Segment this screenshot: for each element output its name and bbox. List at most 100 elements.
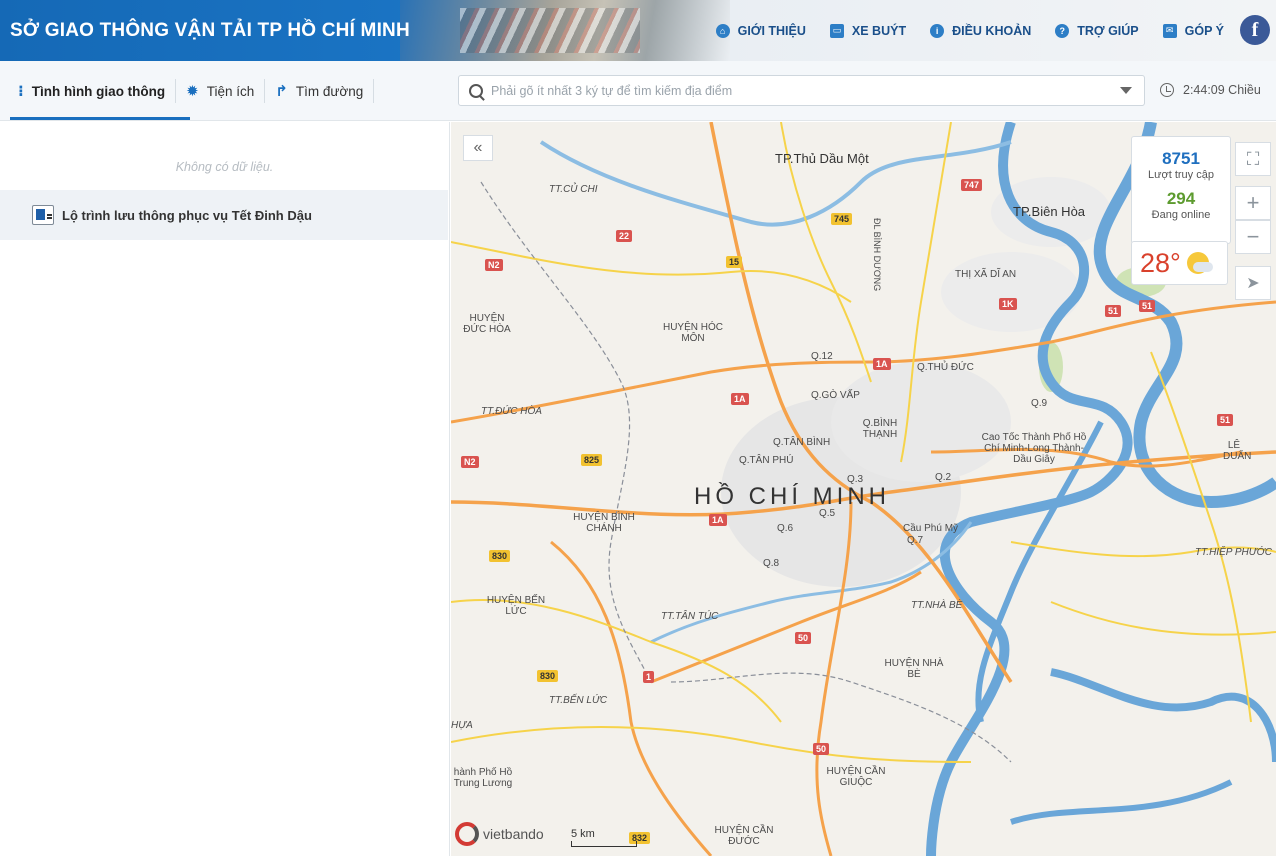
partly-cloudy-icon <box>1186 252 1213 274</box>
scale-bar <box>571 841 637 847</box>
road-shield: 1A <box>731 393 749 405</box>
locate-button[interactable]: ➤ <box>1235 266 1271 300</box>
place-label: TP.Thủ Dầu Một <box>775 151 869 166</box>
place-label: Cao Tốc Thành Phố Hồ Chí Minh-Long Thành… <box>981 432 1087 465</box>
map-scale: 5 km <box>571 828 637 847</box>
place-label: Cầu Phú Mỹ <box>903 523 959 534</box>
road-label: ĐL BÌNH DƯƠNG <box>872 218 882 292</box>
zoom-out-button[interactable]: − <box>1235 220 1271 254</box>
dropdown-caret-icon[interactable] <box>1120 87 1132 94</box>
header: SỞ GIAO THÔNG VẬN TẢI TP HỒ CHÍ MINH ⌂ GI… <box>0 0 1276 61</box>
visit-count-label: Lượt truy cập <box>1148 169 1214 181</box>
place-label: Q.8 <box>763 558 780 569</box>
place-label: HUYỆN CẦN GIUỘC <box>826 766 886 788</box>
tab-tinh-hinh-giao-thong[interactable]: ⁝ Tình hình giao thông <box>10 79 177 103</box>
place-label: HỰA <box>451 720 473 731</box>
traffic-light-icon: ⁝ <box>18 83 24 100</box>
place-label: HUYỆN NHÀ BÈ <box>884 658 944 680</box>
collapse-sidebar-button[interactable]: « <box>463 135 493 161</box>
route-document-icon <box>32 205 54 225</box>
site-title[interactable]: SỞ GIAO THÔNG VẬN TẢI TP HỒ CHÍ MINH <box>10 20 410 42</box>
nav-xe-buyt[interactable]: ▭ XE BUÝT <box>829 23 906 38</box>
road-shield: N2 <box>485 259 503 271</box>
visitor-stats: 8751 Lượt truy cập 294 Đang online <box>1131 136 1231 244</box>
road-shield: 747 <box>961 179 983 191</box>
nav-gop-y[interactable]: ✉ GÓP Ý <box>1162 23 1224 38</box>
search-box[interactable] <box>458 75 1145 106</box>
city-label: HỒ CHÍ MINH <box>694 483 890 510</box>
place-label: Q.2 <box>935 472 952 483</box>
weather-widget: 28° <box>1131 241 1228 285</box>
place-label: HUYỆN CẦN ĐƯỚC <box>714 825 774 847</box>
zoom-in-button[interactable]: + <box>1235 186 1271 220</box>
info-icon: i <box>930 23 945 38</box>
place-label: Q.9 <box>1031 398 1048 409</box>
road-shield: 830 <box>489 550 511 562</box>
place-label: TT.ĐỨC HÒA <box>481 406 542 417</box>
visit-count: 8751 <box>1162 149 1200 168</box>
place-label: HUYỆN BÌNH CHÁNH <box>573 512 635 534</box>
nav-gioi-thieu[interactable]: ⌂ GIỚI THIỆU <box>715 23 806 38</box>
road-shield: 1 <box>643 671 655 683</box>
road-shield: 51 <box>1217 414 1234 426</box>
clock-icon <box>1160 83 1174 97</box>
place-label: hành Phố Hồ Trung Lương <box>453 767 513 789</box>
mail-icon: ✉ <box>1162 23 1177 38</box>
road-shield: 1A <box>873 358 891 370</box>
fullscreen-button[interactable]: ⛶ <box>1235 142 1271 176</box>
place-label: HUYỆN ĐỨC HÒA <box>463 313 511 335</box>
place-label: Q.12 <box>811 351 833 362</box>
empty-state-text: Không có dữ liệu. <box>175 160 274 174</box>
facebook-icon[interactable]: f <box>1240 15 1270 45</box>
nav-tro-giup[interactable]: ? TRỢ GIÚP <box>1055 23 1139 38</box>
place-label: Q.6 <box>777 523 794 534</box>
toolbar: ⁝ Tình hình giao thông ✹ Tiện ích ↱ Tìm đườ… <box>0 61 1276 121</box>
road-shield: 50 <box>795 632 812 644</box>
place-label: TT.TÂN TÚC <box>661 611 719 622</box>
place-label: Q.GÒ VẤP <box>811 390 860 401</box>
road-shield: 1A <box>709 514 727 526</box>
temperature: 28° <box>1140 247 1181 278</box>
place-label: TT.NHÀ BÈ <box>911 600 963 611</box>
search-icon <box>469 83 483 98</box>
route-arrow-icon: ↱ <box>275 83 288 100</box>
help-icon: ? <box>1055 23 1070 38</box>
road-shield: 825 <box>581 454 603 466</box>
vietbando-logo: vietbando <box>455 822 544 846</box>
vietbando-logo-icon <box>455 822 479 846</box>
current-time: 2:44:09 Chiều <box>1160 83 1261 97</box>
place-label: Q.TÂN BÌNH <box>773 437 831 448</box>
place-label: HUYỆN HÓC MÔN <box>662 322 723 344</box>
place-label: TT.HIỆP PHƯỚC <box>1195 547 1272 558</box>
place-label: Q.7 <box>907 535 924 546</box>
active-tab-indicator <box>10 117 190 120</box>
place-label: HUYỆN BẾN LỨC <box>486 595 546 617</box>
road-shield: 50 <box>813 743 830 755</box>
top-nav: ⌂ GIỚI THIỆU ▭ XE BUÝT i ĐIỀU KHOẢN ? TRỢ GI… <box>692 0 1224 61</box>
road-shield: 1K <box>999 298 1017 310</box>
road-shield: 51 <box>1139 300 1156 312</box>
home-icon: ⌂ <box>715 23 730 38</box>
route-item-label: Lộ trình lưu thông phục vụ Tết Đinh Dậu <box>62 207 312 223</box>
place-label: TT.CỦ CHI <box>549 184 598 195</box>
road-shield: 745 <box>831 213 853 225</box>
road-shield: 51 <box>1105 305 1122 317</box>
place-label: TP.Biên Hòa <box>1013 204 1086 219</box>
place-label: Q.THỦ ĐỨC <box>917 362 974 373</box>
tab-tim-duong[interactable]: ↱ Tìm đường <box>265 79 375 103</box>
online-count-label: Đang online <box>1151 209 1211 221</box>
place-label: Q.TÂN PHÚ <box>739 455 794 466</box>
nav-dieu-khoan[interactable]: i ĐIỀU KHOẢN <box>930 23 1031 38</box>
tab-tien-ich[interactable]: ✹ Tiện ích <box>176 79 266 103</box>
road-shield: 15 <box>726 256 743 268</box>
route-list-item[interactable]: Lộ trình lưu thông phục vụ Tết Đinh Dậu <box>0 190 448 240</box>
road-shield: N2 <box>461 456 479 468</box>
gear-icon: ✹ <box>186 83 199 100</box>
road-shield: 22 <box>616 230 633 242</box>
place-label: LÊ DUẨN <box>1223 440 1252 462</box>
place-label: THỊ XÃ DĨ AN <box>955 269 1017 280</box>
scale-label: 5 km <box>571 828 595 840</box>
sidebar-panel: Không có dữ liệu. Lộ trình lưu thông phụ… <box>0 122 450 856</box>
map-view[interactable]: TP.Thủ Dầu Một TP.Biên Hòa TT.CỦ CHI HUY… <box>451 122 1276 856</box>
search-input[interactable] <box>491 83 1120 98</box>
